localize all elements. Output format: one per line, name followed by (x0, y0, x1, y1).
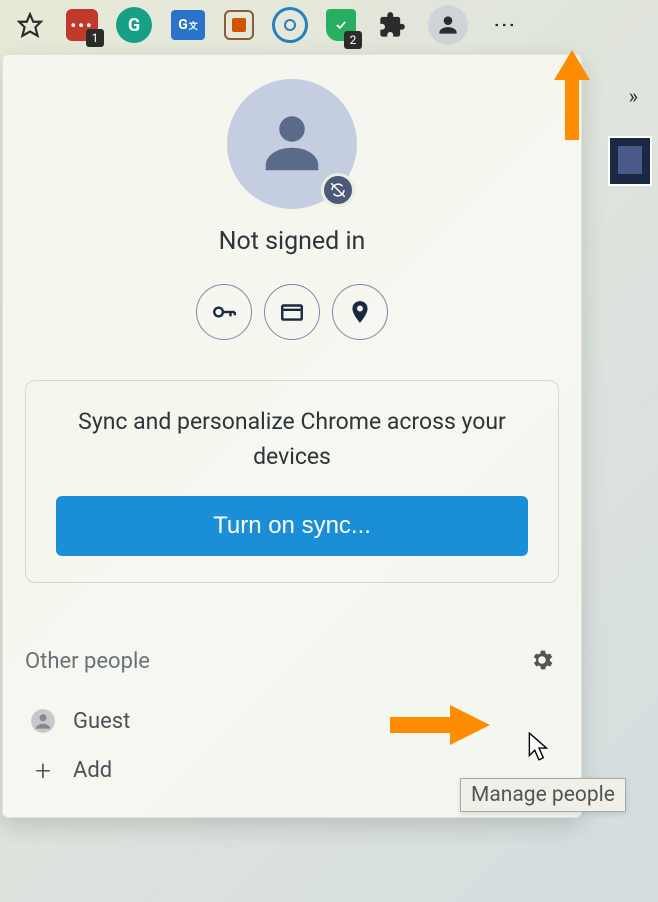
profile-menu-panel: Not signed in Sync and personalize Chrom… (2, 54, 582, 818)
annotation-arrow-up (552, 50, 592, 140)
extension-badge: 1 (86, 29, 104, 47)
profile-avatar-button[interactable] (428, 5, 468, 45)
extensions-puzzle-icon[interactable] (374, 7, 410, 43)
guest-avatar-icon (29, 708, 57, 734)
sync-off-badge-icon (321, 173, 355, 207)
gear-icon (529, 647, 555, 673)
turn-on-sync-button[interactable]: Turn on sync... (56, 496, 528, 556)
sync-promo-card: Sync and personalize Chrome across your … (25, 380, 559, 583)
addresses-button[interactable] (332, 284, 388, 340)
background-thumbnail (608, 136, 652, 186)
signin-status-text: Not signed in (3, 227, 581, 256)
other-people-section: Other people Guest + Add (3, 643, 581, 797)
profile-quick-actions (3, 284, 581, 340)
bookmark-star-icon[interactable] (12, 7, 48, 43)
overflow-chevron-icon[interactable]: » (629, 84, 638, 108)
passwords-button[interactable] (196, 284, 252, 340)
payment-methods-button[interactable] (264, 284, 320, 340)
manage-people-tooltip: Manage people (460, 778, 626, 812)
extension-generic-icon[interactable] (224, 10, 254, 40)
mouse-cursor-icon (526, 732, 552, 766)
extension-grammarly-icon[interactable]: G (116, 7, 152, 43)
extension-shield-icon[interactable]: 2 (326, 7, 356, 43)
chrome-menu-button[interactable]: ⋮ (486, 7, 522, 43)
extension-badge: 2 (344, 31, 362, 49)
extension-google-translate-icon[interactable]: G文 (170, 7, 206, 43)
annotation-arrow-right (390, 700, 490, 750)
plus-icon: + (29, 754, 57, 787)
guest-label: Guest (73, 709, 130, 734)
profile-avatar-large (227, 79, 357, 209)
manage-people-gear-button[interactable] (525, 643, 559, 680)
extension-circle-icon[interactable] (272, 7, 308, 43)
sync-promo-text: Sync and personalize Chrome across your … (56, 405, 528, 474)
add-label: Add (73, 758, 112, 783)
browser-toolbar: ••• 1 G G文 2 ⋮ (0, 0, 658, 50)
extension-lastpass-icon[interactable]: ••• 1 (66, 9, 98, 41)
other-people-heading: Other people (25, 649, 150, 674)
